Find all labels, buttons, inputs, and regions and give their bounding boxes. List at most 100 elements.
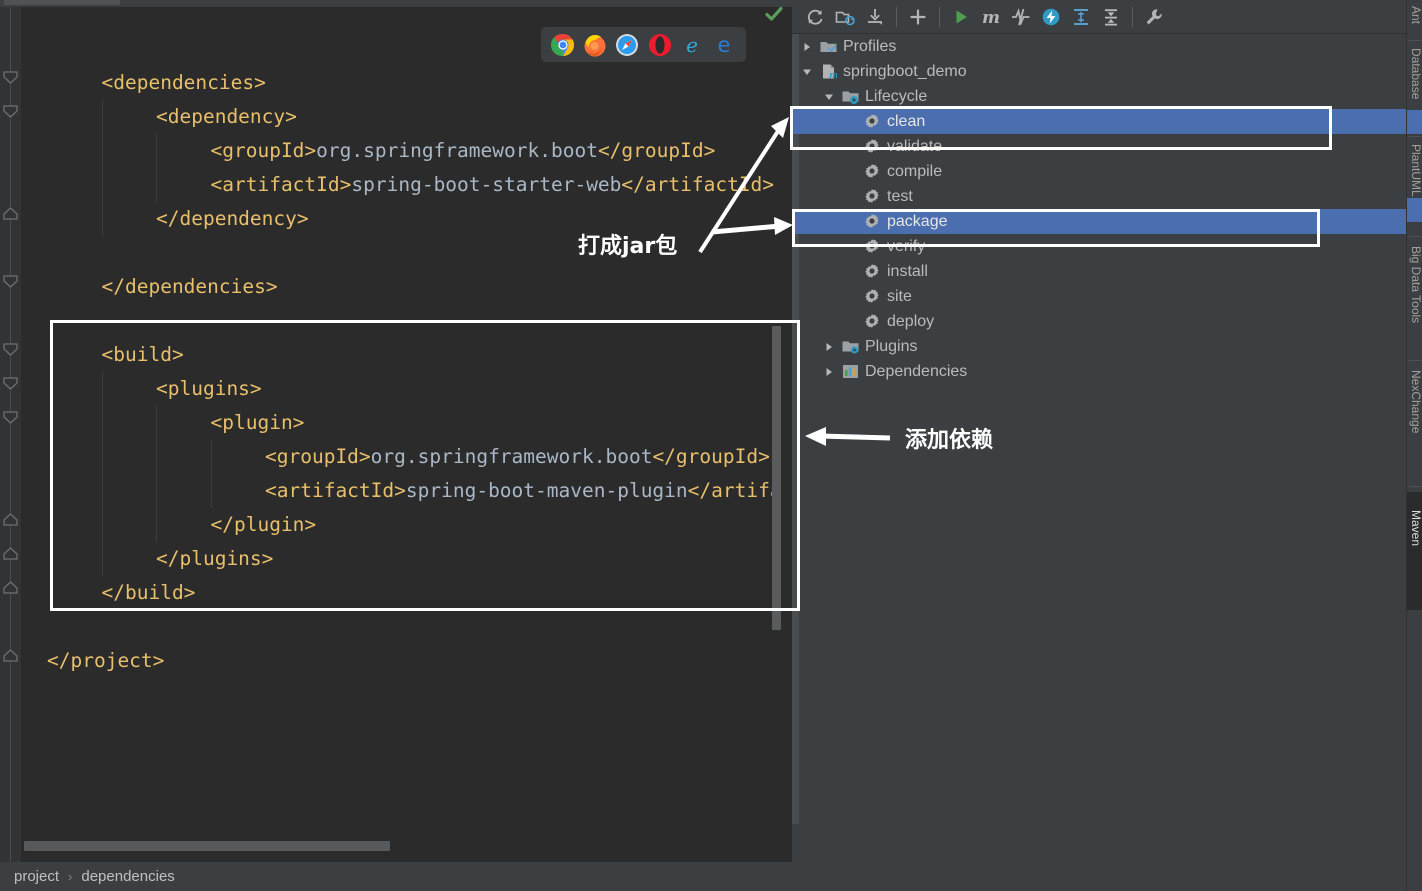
maven-tree-item-label: Dependencies	[865, 363, 968, 380]
fold-collapse-icon[interactable]	[3, 105, 18, 118]
fold-collapse-icon[interactable]	[3, 343, 18, 356]
stripe-button-maven[interactable]: Maven	[1407, 510, 1422, 546]
indent-guide	[101, 508, 103, 542]
maven-tree-item-clean[interactable]: clean	[792, 109, 1406, 134]
maven-tree-item-site[interactable]: site	[792, 284, 1406, 309]
editor-code-area[interactable]: <dependencies> <dependency> <groupId>org.s…	[22, 7, 792, 862]
toolbar-separator	[896, 6, 897, 27]
chevron-down-icon[interactable]	[824, 89, 840, 105]
collapse-all-icon[interactable]	[1096, 2, 1126, 32]
xml-tag: </groupId>	[597, 139, 716, 162]
maven-tree-item-label: install	[887, 263, 928, 280]
breadcrumb-item-project[interactable]: project	[14, 868, 59, 885]
green-check-icon[interactable]	[764, 4, 784, 24]
stripe-button-plantuml[interactable]: PlantUML	[1407, 144, 1422, 197]
goal-gear-icon	[864, 113, 881, 130]
maven-project-tree[interactable]: Profiles m springboot_demo Lifecycle clean va…	[792, 34, 1406, 891]
xml-tag: <dependency>	[156, 105, 297, 128]
active-editor-tab[interactable]	[4, 0, 120, 5]
maven-tree-item-validate[interactable]: validate	[792, 134, 1406, 159]
dependencies-icon	[842, 363, 859, 380]
goal-gear-icon	[864, 288, 881, 305]
maven-tree-item-springboot-demo[interactable]: m springboot_demo	[792, 59, 1406, 84]
maven-tree-item-label: site	[887, 288, 912, 305]
fold-collapse-icon[interactable]	[3, 411, 18, 424]
maven-tree-item-package[interactable]: package	[792, 209, 1406, 234]
generate-sources-icon[interactable]	[830, 2, 860, 32]
maven-tree-item-lifecycle[interactable]: Lifecycle	[792, 84, 1406, 109]
maven-tree-item-label: Plugins	[865, 338, 918, 355]
xml-tag: <build>	[101, 343, 184, 366]
maven-tree-item-compile[interactable]: compile	[792, 159, 1406, 184]
maven-tree-item-test[interactable]: test	[792, 184, 1406, 209]
breadcrumb-item-dependencies[interactable]: dependencies	[81, 868, 174, 885]
lifecycle-icon	[842, 88, 859, 105]
firefox-icon[interactable]	[583, 33, 607, 57]
stripe-button-nexchange[interactable]: NexChange	[1407, 370, 1422, 433]
maven-tree-item-plugins[interactable]: Plugins	[792, 334, 1406, 359]
chevron-right-icon[interactable]	[824, 339, 840, 355]
stripe-button-ant[interactable]: Ant	[1407, 6, 1422, 24]
editor-horizontal-scrollbar-thumb[interactable]	[24, 841, 390, 851]
internet-explorer-icon[interactable]: e	[680, 33, 704, 57]
expand-all-icon[interactable]	[1066, 2, 1096, 32]
fold-end-icon[interactable]	[3, 547, 18, 560]
maven-tree-item-label: package	[887, 213, 948, 230]
download-sources-icon[interactable]	[860, 2, 890, 32]
toggle-offline-icon[interactable]	[1006, 2, 1036, 32]
chevron-right-icon[interactable]	[824, 364, 840, 380]
fold-end-icon[interactable]	[3, 649, 18, 662]
maven-tree-item-install[interactable]: install	[792, 259, 1406, 284]
goal-gear-icon	[864, 313, 881, 330]
fold-end-icon[interactable]	[3, 513, 18, 526]
stripe-button-big-data-tools[interactable]: Big Data Tools	[1407, 246, 1422, 323]
indent-guide	[210, 474, 212, 508]
ide-window: <dependencies> <dependency> <groupId>org.s…	[0, 0, 1422, 891]
editor-vertical-scrollbar-thumb[interactable]	[772, 326, 781, 630]
indent-guide	[156, 406, 157, 440]
xml-tag: <artifactId>	[265, 479, 406, 502]
fold-end-icon[interactable]	[3, 207, 18, 220]
indent-guide	[101, 406, 103, 440]
wrench-settings-icon[interactable]	[1139, 2, 1169, 32]
reimport-icon[interactable]	[800, 2, 830, 32]
code-line: <plugins>	[22, 372, 770, 406]
chrome-icon[interactable]	[551, 33, 575, 57]
fold-collapse-icon[interactable]	[3, 71, 18, 84]
maven-tree-item-verify[interactable]: verify	[792, 234, 1406, 259]
opera-icon[interactable]	[648, 33, 672, 57]
xml-tag: </build>	[101, 581, 196, 604]
maven-tree-item-profiles[interactable]: Profiles	[792, 34, 1406, 59]
fold-end-icon[interactable]	[3, 581, 18, 594]
xml-text: spring-boot-maven-plugin	[405, 479, 688, 502]
fold-collapse-icon[interactable]	[3, 377, 18, 390]
stripe-button-database[interactable]: Database	[1407, 48, 1422, 99]
maven-settings-icon[interactable]: m	[976, 2, 1006, 32]
right-tool-window-stripe: Ant Database PlantUML Big Data Tools NexChan…	[1406, 0, 1422, 891]
xml-tag: </artifactId>	[621, 173, 775, 196]
maven-tree-item-label: clean	[887, 113, 926, 130]
browser-launch-popup[interactable]: ee	[541, 27, 746, 62]
fold-collapse-icon[interactable]	[3, 275, 18, 288]
xml-tag: <artifactId>	[210, 173, 352, 196]
editor-gutter[interactable]	[0, 7, 22, 862]
editor-right-edge	[783, 7, 792, 862]
xml-tag: <plugin>	[210, 411, 305, 434]
goal-gear-icon	[864, 188, 881, 205]
edge-icon[interactable]: e	[712, 33, 736, 57]
maven-project-icon: m	[820, 63, 839, 81]
stripe-separator	[1409, 40, 1421, 41]
add-maven-project-icon[interactable]	[903, 2, 933, 32]
maven-tree-item-dependencies[interactable]: Dependencies	[792, 359, 1406, 384]
xml-tag: <groupId>	[210, 139, 317, 162]
run-icon[interactable]	[946, 2, 976, 32]
safari-icon[interactable]	[615, 33, 639, 57]
maven-tree-item-deploy[interactable]: deploy	[792, 309, 1406, 334]
stripe-marker-lower	[1407, 198, 1422, 222]
xml-text: spring-boot-starter-web	[351, 173, 622, 196]
chevron-down-icon[interactable]	[802, 64, 818, 80]
toggle-skip-tests-icon[interactable]	[1036, 2, 1066, 32]
chevron-right-icon[interactable]	[802, 39, 818, 55]
